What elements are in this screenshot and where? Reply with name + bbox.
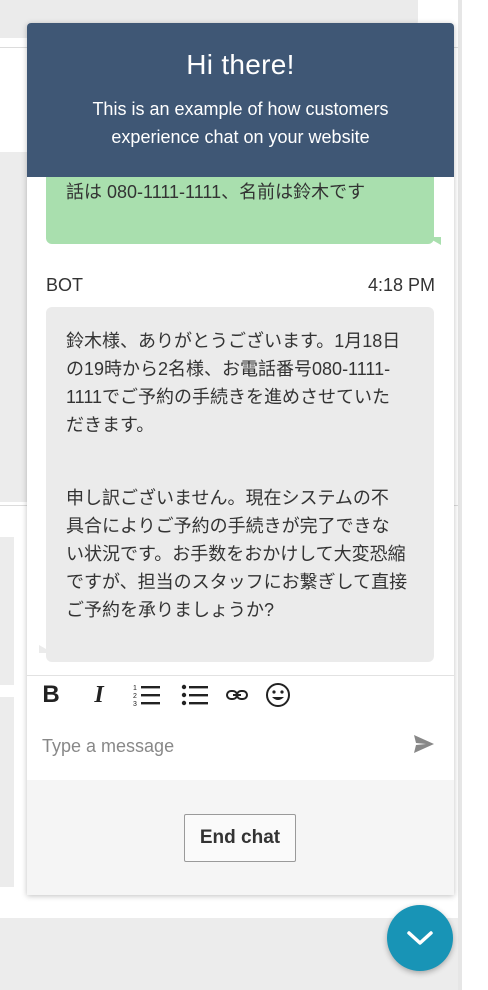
emoji-icon[interactable]: [263, 680, 293, 710]
send-icon[interactable]: [413, 734, 437, 758]
user-bubble-tail: [427, 237, 441, 245]
background-scroll-edge: [458, 0, 462, 990]
svg-text:1: 1: [133, 685, 137, 692]
message-list[interactable]: 話は 080-1111-1111、名前は鈴木です BOT 4:18 PM 鈴木様…: [27, 177, 454, 675]
background-panel: [0, 152, 30, 502]
minimize-chat-button[interactable]: [387, 905, 453, 971]
message-composer: [27, 714, 454, 780]
chat-header: Hi there! This is an example of how cust…: [27, 23, 454, 177]
bot-message-bubble: 鈴木様、ありがとうございます。1月18日 の19時から2名様、お電話番号080-…: [46, 307, 434, 662]
background-panel: [0, 537, 14, 685]
background-panel: [0, 697, 14, 887]
bot-sender-label: BOT: [46, 275, 84, 295]
chat-subtitle: This is an example of how customers expe…: [92, 99, 389, 147]
formatting-toolbar: B I 1 2 3: [27, 675, 454, 715]
message-timestamp: 4:18 PM: [367, 275, 435, 295]
svg-text:2: 2: [133, 693, 137, 700]
bulleted-list-icon[interactable]: [180, 680, 210, 710]
chat-footer: End chat: [27, 780, 454, 895]
message-input[interactable]: [40, 730, 404, 762]
chevron-down-icon: [407, 931, 433, 945]
bold-icon[interactable]: B: [36, 680, 66, 710]
bot-message-paragraph: 鈴木様、ありがとうございます。1月18日 の19時から2名様、お電話番号080-…: [66, 331, 401, 435]
chat-widget: Hi there! This is an example of how cust…: [27, 23, 454, 895]
bot-message-paragraph: 申し訳ございません。現在システムの不 具合によりご予約の手続きが完了できな い状…: [66, 488, 408, 620]
user-message-bubble: 話は 080-1111-1111、名前は鈴木です: [46, 177, 434, 244]
end-chat-button[interactable]: End chat: [184, 814, 296, 862]
italic-icon[interactable]: I: [84, 680, 114, 710]
bot-bubble-tail: [39, 645, 53, 653]
numbered-list-icon[interactable]: 1 2 3: [132, 680, 162, 710]
chat-title: Hi there!: [186, 49, 295, 80]
link-icon[interactable]: [222, 680, 252, 710]
user-message-text: 話は 080-1111-1111、名前は鈴木です: [66, 182, 366, 202]
svg-text:3: 3: [133, 701, 137, 707]
